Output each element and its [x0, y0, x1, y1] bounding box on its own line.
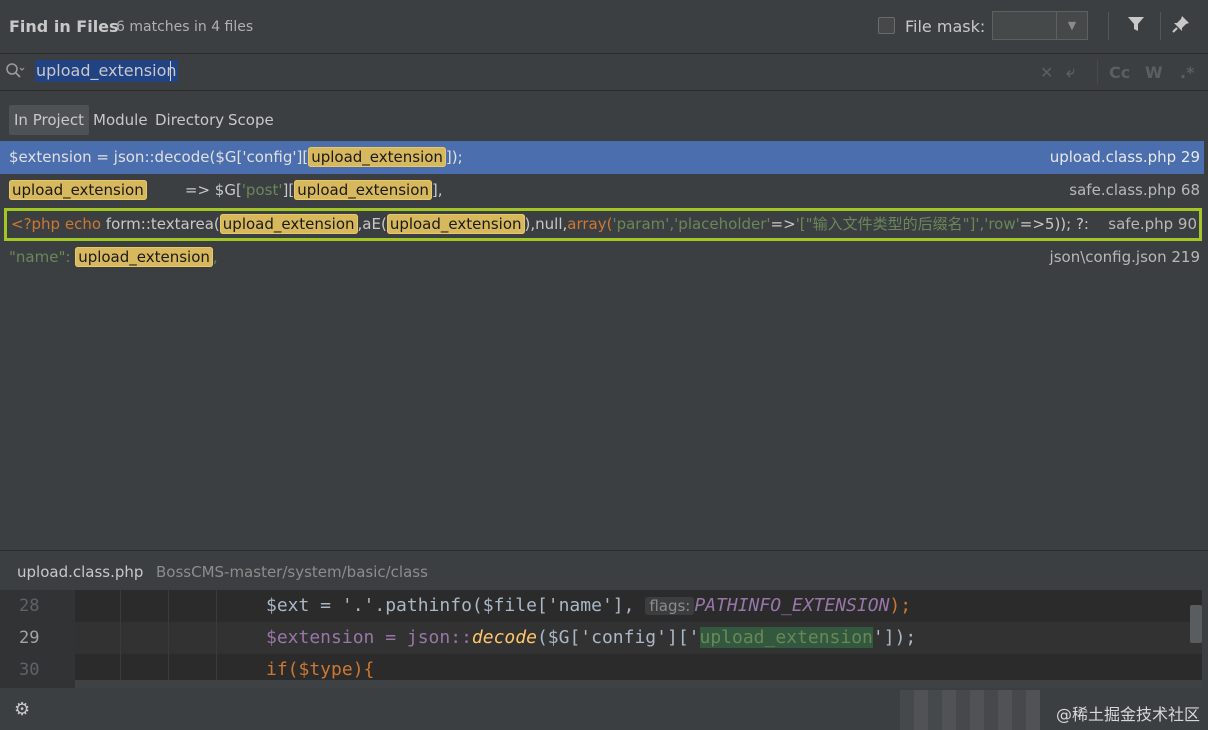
newline-icon[interactable]: ⤶	[1066, 62, 1075, 82]
line-number: 29	[19, 628, 40, 648]
result-row[interactable]: "name": upload_extension, json\config.js…	[0, 241, 1204, 274]
pin-icon[interactable]	[1172, 14, 1190, 38]
dialog-title: Find in Files	[9, 17, 119, 36]
indent-guide	[168, 590, 169, 688]
match-case-icon[interactable]: Cc	[1109, 63, 1130, 82]
tab-scope[interactable]: Scope	[228, 105, 274, 135]
vertical-scrollbar[interactable]	[1190, 605, 1202, 643]
result-code: $extension = json::decode($G['config'][u…	[9, 147, 463, 167]
result-file: upload.class.php 29	[1045, 141, 1200, 174]
find-header: Find in Files 6 matches in 4 files File …	[0, 0, 1208, 54]
filter-icon[interactable]	[1127, 14, 1145, 38]
header-divider	[1108, 12, 1109, 40]
match-highlight: upload_extension	[9, 180, 147, 200]
horizontal-scrollbar[interactable]	[75, 680, 1202, 688]
code-line: if($type){	[266, 659, 375, 680]
match-highlight: upload_extension	[386, 214, 525, 234]
search-icon[interactable]	[5, 62, 25, 80]
match-highlight: upload_extension	[219, 214, 358, 234]
header-divider	[1160, 12, 1161, 40]
result-file: json\config.json 219	[1049, 248, 1200, 266]
code-preview[interactable]: 28 29 30 $ext = '.'.pathinfo($file['name…	[0, 590, 1202, 688]
search-bar: upload_extension ✕ ⤶ Cc W .*	[0, 54, 1208, 91]
tab-in-project[interactable]: In Project	[9, 105, 90, 135]
code-line: $extension = json::decode($G['config']['…	[266, 627, 917, 648]
preview-header: upload.class.php BossCMS-master/system/b…	[0, 550, 1208, 591]
match-highlight: upload_extension	[75, 247, 213, 267]
indent-guide	[120, 590, 121, 688]
file-mask-checkbox[interactable]	[878, 17, 895, 34]
preview-file-name: upload.class.php	[17, 563, 144, 581]
blurred-area	[900, 690, 1040, 730]
file-mask-combo[interactable]: ▼	[992, 11, 1088, 40]
result-code: "name": upload_extension,	[9, 247, 218, 267]
result-file: safe.class.php 68	[1069, 181, 1200, 199]
match-highlight: upload_extension	[699, 627, 873, 648]
match-highlight: upload_extension	[308, 147, 446, 167]
parameter-hint: flags:	[645, 597, 695, 615]
search-input[interactable]: upload_extension	[35, 60, 178, 82]
indent-guide	[216, 590, 217, 688]
result-file: safe.php 90	[1104, 211, 1197, 238]
gear-icon[interactable]: ⚙	[14, 699, 30, 720]
file-mask-label: File mask:	[905, 17, 986, 36]
result-code: <?php echo form::textarea(upload_extensi…	[11, 214, 1089, 234]
line-number: 28	[19, 596, 40, 616]
tab-directory[interactable]: Directory	[155, 105, 224, 135]
result-row[interactable]: $extension = json::decode($G['config'][u…	[0, 141, 1204, 174]
code-line: $ext = '.'.pathinfo($file['name'], flags…	[266, 595, 912, 616]
result-row[interactable]: upload_extension => $G['post'][upload_ex…	[0, 174, 1204, 207]
search-divider	[1097, 60, 1098, 84]
clear-icon[interactable]: ✕	[1040, 63, 1053, 82]
watermark: @稀土掘金技术社区	[1055, 705, 1200, 724]
match-highlight: upload_extension	[294, 180, 432, 200]
preview-file-path: BossCMS-master/system/basic/class	[156, 563, 428, 581]
regex-icon[interactable]: .*	[1180, 63, 1194, 82]
tab-module[interactable]: Module	[93, 105, 148, 135]
result-row[interactable]: <?php echo form::textarea(upload_extensi…	[4, 208, 1202, 241]
text-caret	[170, 61, 171, 81]
line-number: 30	[19, 660, 40, 680]
words-icon[interactable]: W	[1145, 63, 1163, 82]
result-code: upload_extension => $G['post'][upload_ex…	[9, 174, 443, 207]
chevron-down-icon[interactable]: ▼	[1056, 12, 1087, 39]
match-count: 6 matches in 4 files	[116, 19, 254, 35]
